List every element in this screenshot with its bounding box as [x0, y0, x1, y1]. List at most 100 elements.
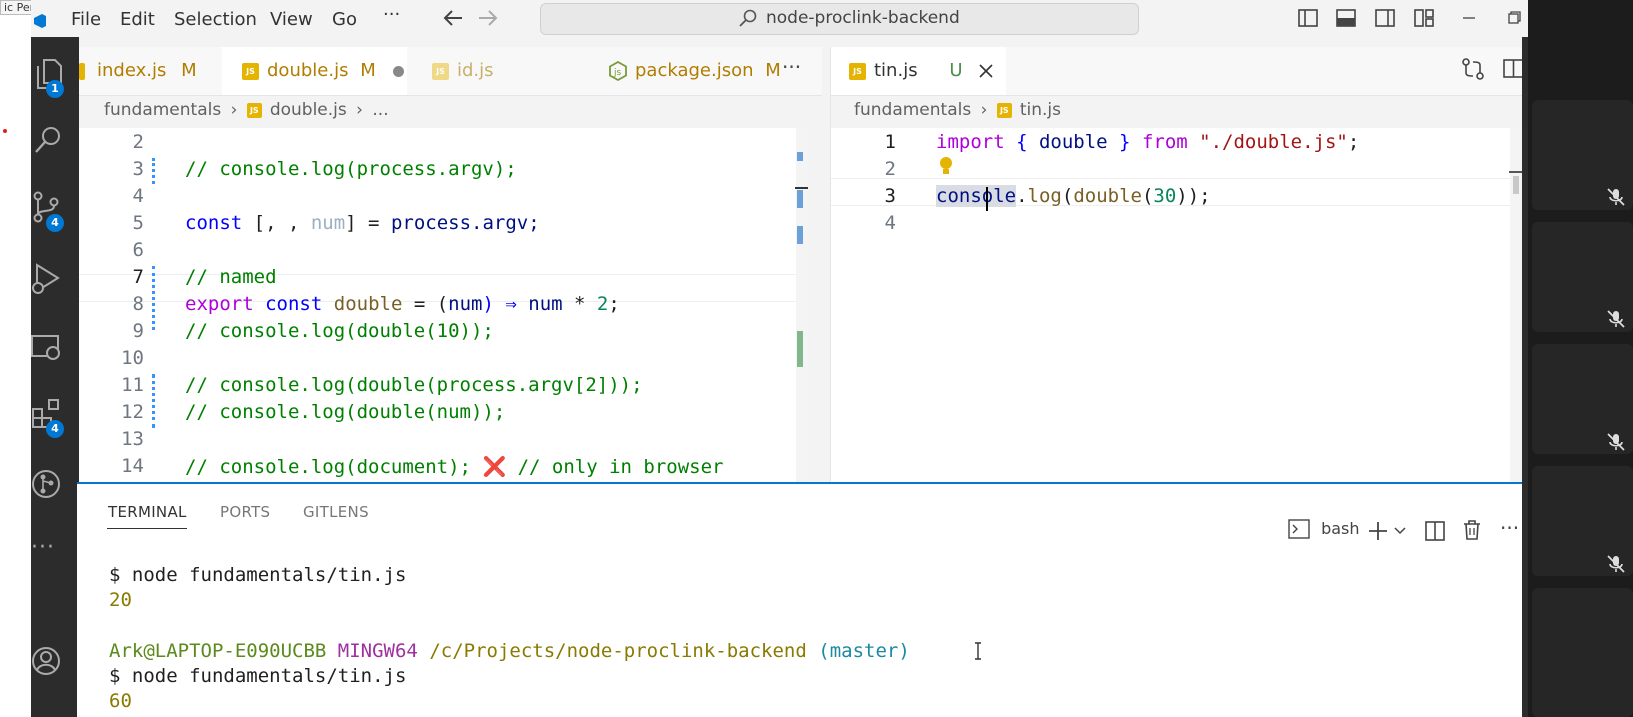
breadcrumb-file[interactable]: tin.js: [1020, 100, 1061, 120]
tab-label: double.js: [267, 60, 349, 81]
token: "./double.js": [1199, 131, 1348, 153]
more-views-button[interactable]: ···: [31, 535, 55, 560]
terminal-output: 60: [109, 690, 132, 712]
menu-more[interactable]: ···: [383, 4, 400, 25]
token: (: [1141, 185, 1154, 207]
back-arrow-icon[interactable]: [442, 8, 464, 28]
svg-text:js: js: [613, 68, 622, 78]
menu-selection[interactable]: Selection: [174, 9, 257, 30]
account-icon[interactable]: [31, 645, 63, 677]
code-line-9: // console.log(double(10));: [185, 320, 494, 342]
tab-id-js[interactable]: JS id.js: [407, 47, 597, 95]
terminal-output: 20: [109, 589, 132, 611]
panel-more-button[interactable]: ···: [1500, 516, 1519, 540]
menu-edit[interactable]: Edit: [120, 9, 155, 30]
lightbulb-icon[interactable]: [938, 156, 954, 178]
search-icon: [739, 9, 757, 27]
customize-layout-icon[interactable]: [1413, 7, 1435, 29]
minimize-icon[interactable]: [1459, 8, 1479, 28]
line-number: 4: [884, 212, 896, 234]
token: // only in browser: [517, 456, 724, 478]
breadcrumb-folder[interactable]: fundamentals: [104, 100, 221, 120]
token: const: [185, 212, 243, 234]
toggle-panel-icon[interactable]: [1335, 7, 1357, 29]
line-number: 1: [884, 131, 896, 153]
ruler-mark: [797, 331, 803, 367]
unsaved-dot-icon[interactable]: [393, 65, 405, 77]
tab-status: M: [765, 60, 781, 81]
tab-tin-js[interactable]: JS tin.js U: [831, 47, 1006, 95]
right-editor[interactable]: [831, 128, 1523, 484]
token: import: [936, 131, 1005, 153]
toggle-secondary-sidebar-icon[interactable]: [1374, 7, 1396, 29]
token: // console.log(document);: [185, 456, 471, 478]
breadcrumb-chevron-icon: ›: [230, 100, 238, 120]
tabs-more-button[interactable]: ···: [782, 55, 801, 79]
muted-mic-icon: [1607, 188, 1625, 206]
breadcrumb-symbols[interactable]: ...: [372, 100, 388, 120]
token: ));: [1176, 185, 1211, 207]
breadcrumb-left: fundamentals › JS double.js › ...: [104, 100, 389, 120]
ruler-mark: [797, 190, 803, 208]
line-number: 7: [132, 266, 144, 288]
token: console: [936, 185, 1017, 207]
tab-index-js[interactable]: index.js M: [79, 47, 219, 95]
extensions-button[interactable]: 4: [31, 391, 79, 439]
run-debug-button[interactable]: [31, 257, 79, 305]
code-line-14: // console.log(document); ❌ // only in b…: [185, 455, 723, 478]
trash-icon[interactable]: [1462, 519, 1482, 541]
close-icon[interactable]: [978, 63, 994, 79]
token: 30: [1153, 185, 1177, 207]
gitlens-icon: [32, 470, 60, 498]
forward-arrow-icon[interactable]: [477, 8, 499, 28]
line-number: 6: [132, 239, 144, 261]
split-terminal-icon[interactable]: [1424, 520, 1446, 542]
code-line-8: export const double = (num) ⇒ num * 2;: [185, 293, 620, 315]
open-changes-icon[interactable]: [1461, 57, 1485, 81]
remote-explorer-button[interactable]: [31, 325, 79, 373]
token: (: [1061, 185, 1074, 207]
token: export: [185, 293, 254, 315]
participant-tile[interactable]: [1532, 588, 1633, 717]
tab-gitlens[interactable]: GITLENS: [303, 503, 369, 521]
terminal-shell-selector[interactable]: bash: [1288, 518, 1360, 544]
source-control-button[interactable]: 4: [31, 185, 79, 233]
line-number: 2: [132, 131, 144, 153]
js-file-icon: JS: [432, 62, 449, 80]
line-number: 3: [884, 185, 896, 207]
menu-view[interactable]: View: [270, 9, 313, 30]
token: ;: [1347, 131, 1360, 153]
chevron-down-icon[interactable]: [1393, 526, 1407, 536]
breadcrumb-file[interactable]: double.js: [270, 100, 347, 120]
mouse-ibeam-icon: [975, 642, 981, 660]
breadcrumb-folder[interactable]: fundamentals: [854, 100, 971, 120]
explorer-button[interactable]: 1: [31, 51, 79, 99]
restore-icon[interactable]: [1504, 8, 1524, 28]
gitlens-button[interactable]: [31, 461, 79, 509]
new-terminal-icon[interactable]: [1367, 520, 1389, 542]
token: double: [333, 293, 403, 315]
terminal-prompt: Ark@LAPTOP-E090UCBB MINGW64 /c/Projects/…: [109, 640, 910, 662]
search-view-button[interactable]: [31, 117, 79, 165]
tab-terminal[interactable]: TERMINAL: [108, 503, 187, 521]
token: *: [562, 293, 597, 315]
token: process.argv;: [390, 212, 540, 234]
desktop-edge: [0, 0, 31, 717]
js-file-icon: JS: [996, 102, 1012, 118]
tab-double-js[interactable]: JS double.js M: [222, 47, 407, 95]
line-number: 5: [132, 212, 144, 234]
line-number: 8: [132, 293, 144, 315]
tab-package-json[interactable]: js package.json M: [600, 47, 785, 95]
tab-label: tin.js: [874, 60, 918, 81]
tab-status: M: [360, 60, 376, 81]
tab-ports[interactable]: PORTS: [220, 503, 270, 521]
breadcrumb-chevron-icon: ›: [356, 100, 363, 120]
menu-go[interactable]: Go: [332, 9, 357, 30]
active-tab-underline: [107, 528, 187, 529]
scrollbar-thumb[interactable]: [1513, 176, 1519, 194]
menu-file[interactable]: File: [71, 9, 101, 30]
terminal-line: $ node fundamentals/tin.js: [109, 564, 407, 586]
toggle-primary-sidebar-icon[interactable]: [1297, 7, 1319, 29]
ruler-cursor: [1509, 171, 1523, 173]
prompt-env: MINGW64: [337, 640, 418, 662]
